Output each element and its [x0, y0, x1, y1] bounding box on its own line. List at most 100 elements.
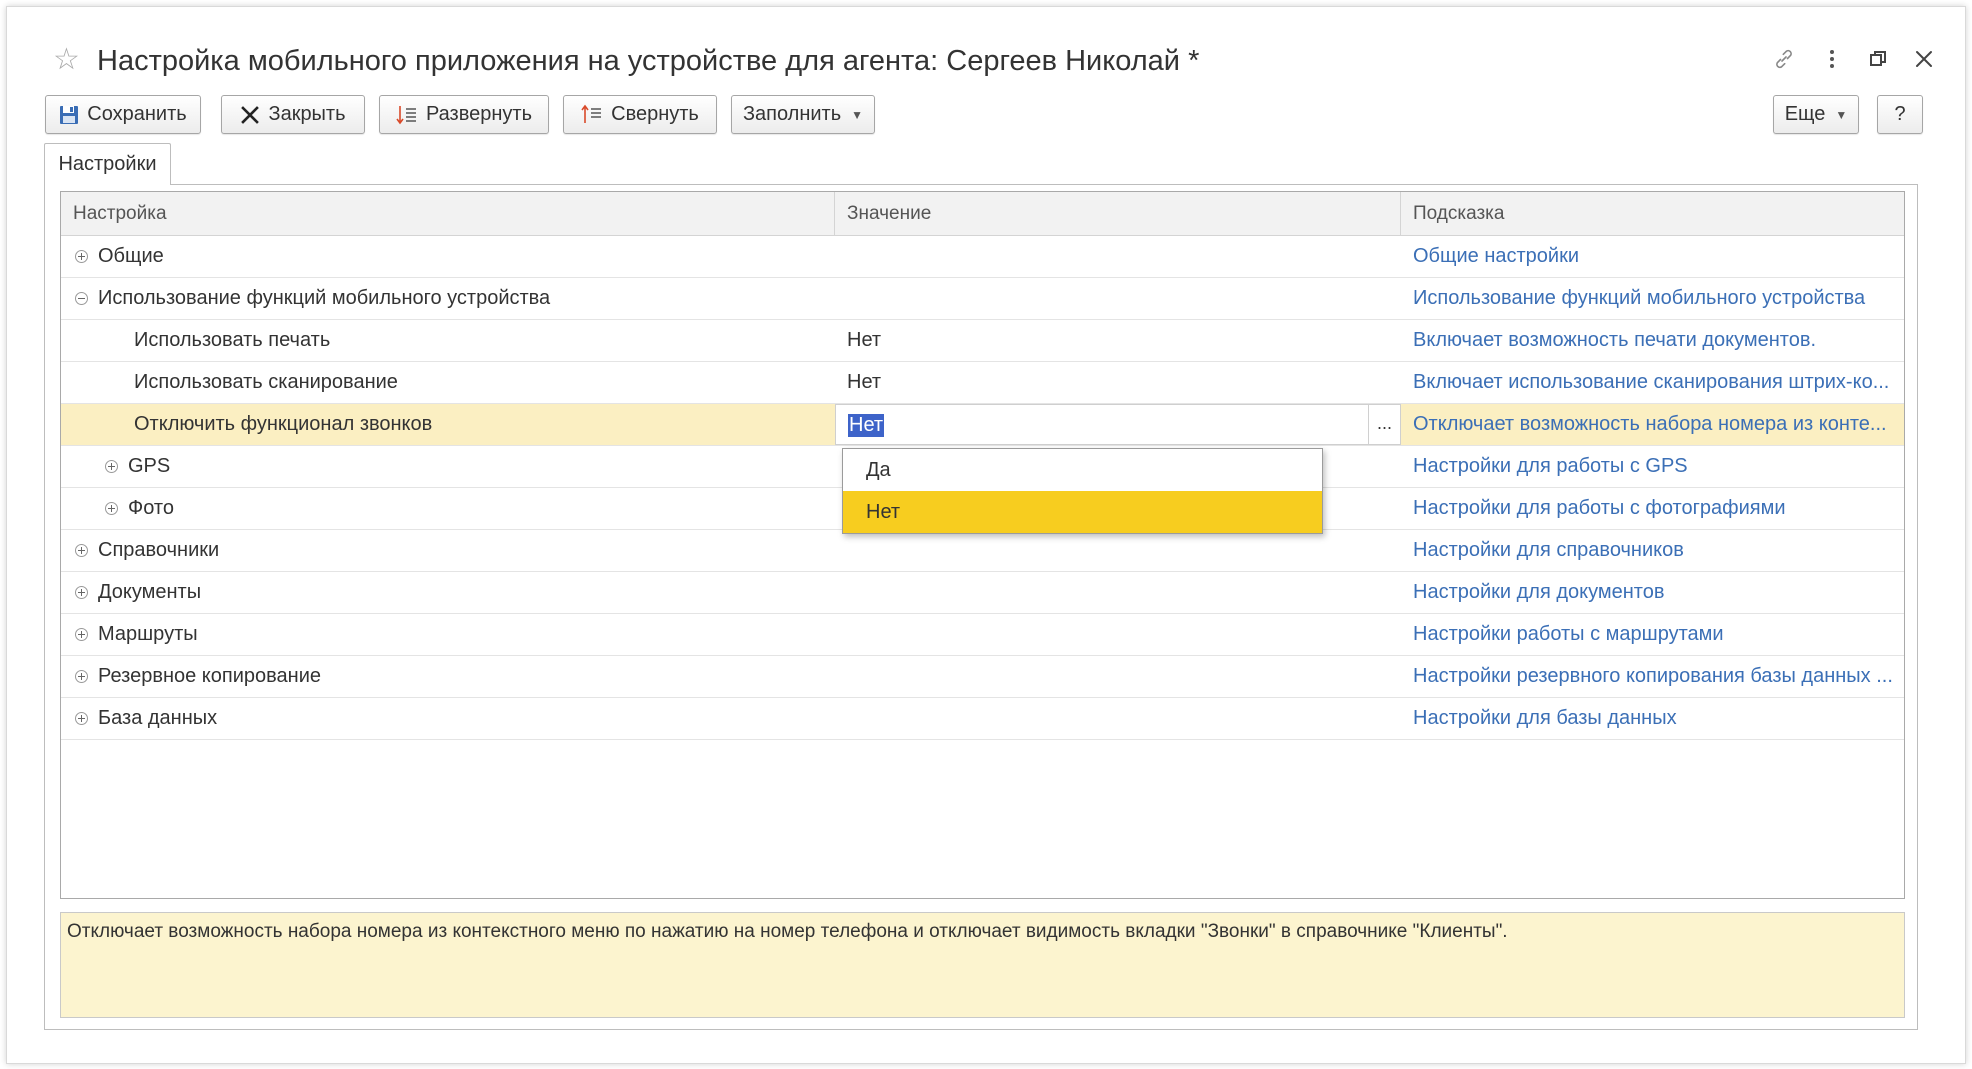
setting-name-cell[interactable]: База данных [61, 698, 835, 739]
setting-value[interactable] [835, 236, 1401, 277]
dropdown-option-yes[interactable]: Да [843, 449, 1322, 491]
close-button-label: Закрыть [268, 103, 346, 125]
table-row[interactable]: Использование функций мобильного устройс… [61, 278, 1904, 320]
expand-icon[interactable] [75, 628, 88, 641]
setting-hint-link[interactable]: Включает возможность печати документов. [1401, 320, 1904, 361]
setting-name-cell[interactable]: Маршруты [61, 614, 835, 655]
table-row[interactable]: Общие Общие настройки [61, 236, 1904, 278]
setting-name: Документы [98, 581, 202, 603]
column-header-setting[interactable]: Настройка [61, 192, 835, 236]
setting-hint-link[interactable]: Настройки работы с маршрутами [1401, 614, 1904, 655]
setting-hint-link[interactable]: Настройки для базы данных [1401, 698, 1904, 739]
setting-value[interactable] [835, 656, 1401, 697]
setting-name: Отключить функционал звонков [134, 413, 433, 435]
setting-hint-link[interactable]: Общие настройки [1401, 236, 1904, 277]
collapse-icon[interactable] [75, 292, 88, 305]
table-row[interactable]: Отключить функционал звонков Нет... Отключ… [61, 404, 1904, 446]
value-dropdown-list: Да Нет [842, 448, 1323, 534]
column-header-value[interactable]: Значение [835, 192, 1401, 236]
setting-name-cell[interactable]: Использовать печать [61, 320, 835, 361]
setting-name: GPS [128, 455, 171, 477]
close-button[interactable]: Закрыть [221, 95, 365, 134]
setting-value[interactable] [835, 698, 1401, 739]
setting-hint-link[interactable]: Настройки для работы с фотографиями [1401, 488, 1904, 529]
setting-name-cell[interactable]: Использование функций мобильного устройс… [61, 278, 835, 319]
expand-icon[interactable] [75, 670, 88, 683]
column-header-hint[interactable]: Подсказка [1401, 192, 1904, 236]
setting-name-cell[interactable]: Отключить функционал звонков [61, 404, 835, 445]
setting-hint-link[interactable]: Включает использование сканирования штри… [1401, 362, 1904, 403]
setting-hint-link[interactable]: Настройки для документов [1401, 572, 1904, 613]
setting-value[interactable]: Нет [835, 362, 1401, 403]
setting-name-cell[interactable]: Документы [61, 572, 835, 613]
table-row[interactable]: Справочники Настройки для справочников [61, 530, 1904, 572]
setting-name-cell[interactable]: Общие [61, 236, 835, 277]
tab-settings[interactable]: Настройки [44, 143, 171, 185]
setting-value[interactable] [835, 530, 1401, 571]
setting-name: Маршруты [98, 623, 198, 645]
collapse-button[interactable]: Свернуть [563, 95, 717, 134]
fill-dropdown-button[interactable]: Заполнить ▼ [731, 95, 875, 134]
setting-name-cell[interactable]: GPS [61, 446, 835, 487]
table-row[interactable]: Использовать сканирование Нет Включает исп… [61, 362, 1904, 404]
save-button-label: Сохранить [87, 103, 187, 125]
setting-value[interactable]: Нет [835, 320, 1401, 361]
setting-hint-link[interactable]: Настройки для работы с GPS [1401, 446, 1904, 487]
table-row[interactable]: Маршруты Настройки работы с маршрутами [61, 614, 1904, 656]
setting-value[interactable] [835, 614, 1401, 655]
expand-icon[interactable] [75, 586, 88, 599]
setting-name-cell[interactable]: Резервное копирование [61, 656, 835, 697]
expand-icon[interactable] [105, 460, 118, 473]
setting-name: Использовать печать [134, 329, 331, 351]
table-row[interactable]: База данных Настройки для базы данных [61, 698, 1904, 740]
dropdown-option-no[interactable]: Нет [843, 491, 1322, 533]
setting-name: Общие [98, 245, 164, 267]
setting-name-cell[interactable]: Фото [61, 488, 835, 529]
table-row[interactable]: Резервное копирование Настройки резервног… [61, 656, 1904, 698]
setting-name: Использовать сканирование [134, 371, 398, 393]
setting-value[interactable] [835, 572, 1401, 613]
settings-table: Настройка Значение Подсказка Общие Общие … [60, 191, 1905, 899]
table-row[interactable]: Документы Настройки для документов [61, 572, 1904, 614]
setting-name: Фото [128, 497, 174, 519]
setting-hint-link[interactable]: Использование функций мобильного устройс… [1401, 278, 1904, 319]
setting-name: Справочники [98, 539, 220, 561]
expand-list-icon [396, 105, 416, 124]
more-vertical-icon[interactable] [1817, 47, 1847, 77]
chevron-down-icon: ▼ [1835, 107, 1848, 122]
collapse-button-label: Свернуть [611, 103, 699, 125]
more-button[interactable]: Еще ▼ [1773, 95, 1859, 134]
setting-hint-link[interactable]: Отключает возможность набора номера из к… [1401, 404, 1904, 445]
expand-icon[interactable] [75, 250, 88, 263]
window-title: Настройка мобильного приложения на устро… [97, 45, 1200, 77]
value-editor-text[interactable]: Нет [848, 414, 885, 437]
star-icon[interactable]: ☆ [53, 45, 80, 75]
setting-name-cell[interactable]: Использовать сканирование [61, 362, 835, 403]
close-icon[interactable] [1909, 47, 1939, 77]
setting-hint-link[interactable]: Настройки резервного копирования базы да… [1401, 656, 1904, 697]
table-row[interactable]: Использовать печать Нет Включает возможнос… [61, 320, 1904, 362]
restore-icon[interactable] [1863, 47, 1893, 77]
save-button[interactable]: Сохранить [45, 95, 201, 134]
help-button-label: ? [1894, 103, 1906, 125]
tab-settings-label: Настройки [58, 153, 157, 175]
hint-text: Отключает возможность набора номера из к… [67, 921, 1508, 942]
table-header: Настройка Значение Подсказка [61, 192, 1904, 236]
setting-name: База данных [98, 707, 218, 729]
more-button-label: Еще [1784, 103, 1826, 125]
fill-button-label: Заполнить [742, 103, 842, 125]
close-x-icon [241, 105, 260, 124]
value-editor-field[interactable]: Нет... [835, 404, 1401, 445]
choice-button[interactable]: ... [1368, 405, 1400, 444]
expand-icon[interactable] [75, 544, 88, 557]
expand-icon[interactable] [105, 502, 118, 515]
link-icon[interactable] [1769, 47, 1799, 77]
expand-icon[interactable] [75, 712, 88, 725]
setting-name-cell[interactable]: Справочники [61, 530, 835, 571]
setting-hint-link[interactable]: Настройки для справочников [1401, 530, 1904, 571]
expand-button[interactable]: Развернуть [379, 95, 549, 134]
setting-name: Использование функций мобильного устройс… [98, 287, 551, 309]
help-button[interactable]: ? [1877, 95, 1923, 134]
setting-name: Резервное копирование [98, 665, 322, 687]
setting-value[interactable] [835, 278, 1401, 319]
